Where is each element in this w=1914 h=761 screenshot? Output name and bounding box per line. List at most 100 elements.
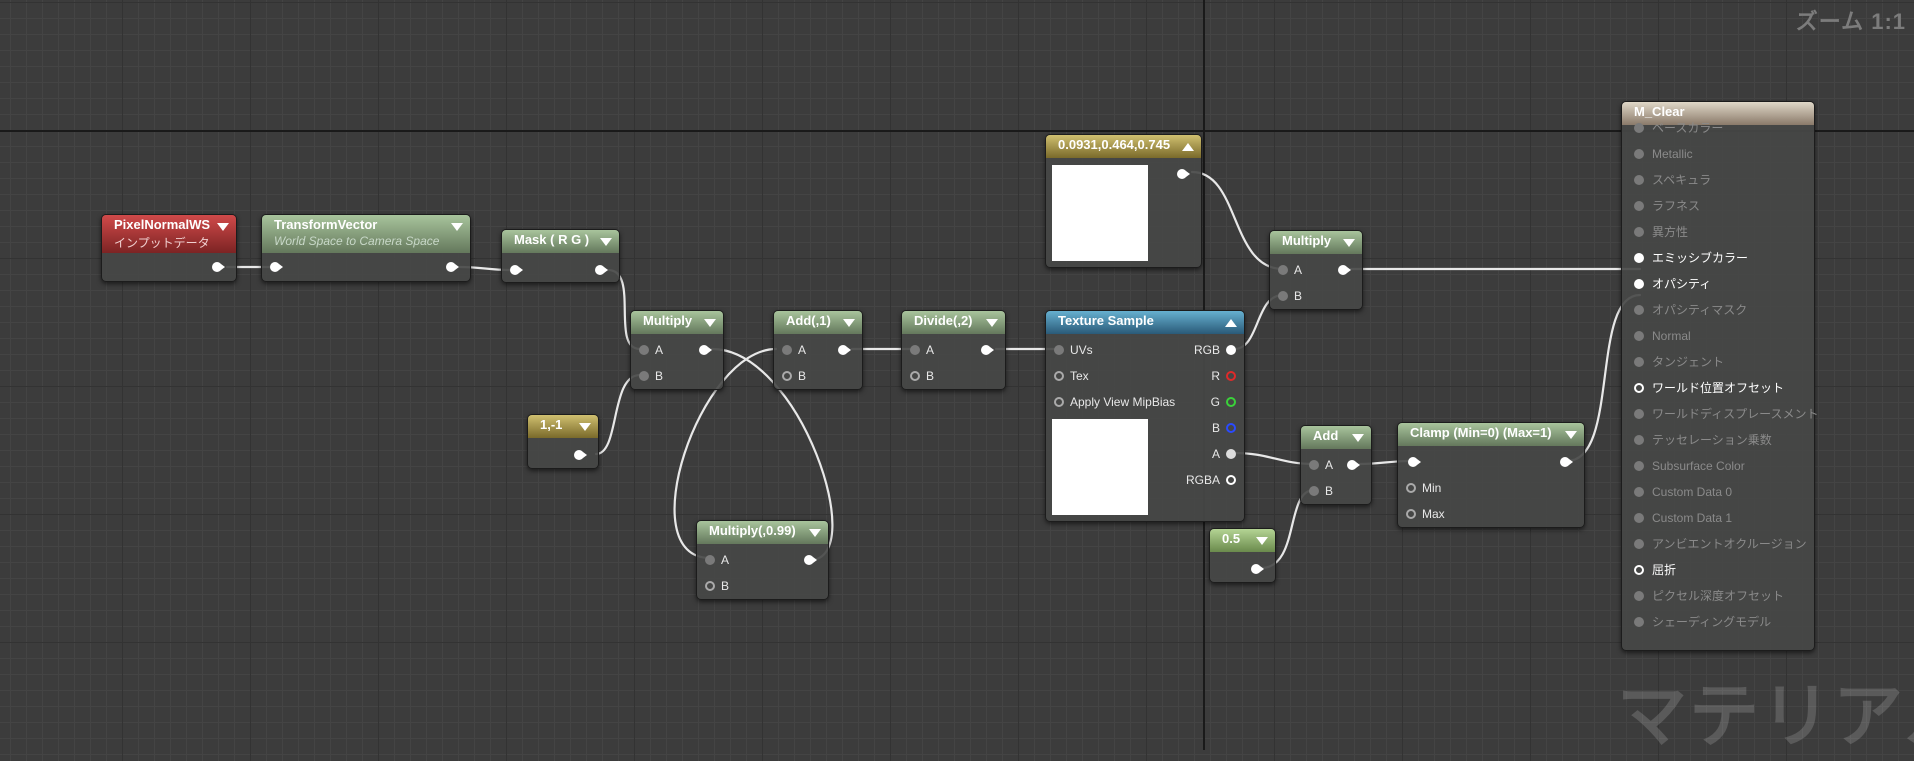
node-multiply-099[interactable]: Multiply(,0.99) A B — [696, 520, 829, 600]
output-pin[interactable] — [212, 262, 226, 272]
input-pin[interactable] — [1634, 201, 1644, 211]
output-pin[interactable] — [1226, 475, 1236, 485]
material-input-row[interactable]: シェーディングモデル — [1622, 609, 1771, 635]
collapse-arrow-icon[interactable] — [1565, 431, 1577, 439]
collapse-arrow-icon[interactable] — [451, 223, 463, 231]
material-input-row[interactable]: エミッシブカラー — [1622, 245, 1748, 271]
input-pin[interactable] — [1634, 149, 1644, 159]
input-pin[interactable] — [1278, 265, 1288, 275]
input-pin[interactable] — [910, 371, 920, 381]
material-input-row[interactable]: Custom Data 1 — [1622, 505, 1732, 531]
collapse-arrow-icon[interactable] — [217, 223, 229, 231]
input-pin[interactable] — [910, 345, 920, 355]
input-pin[interactable] — [1408, 457, 1422, 467]
material-input-row[interactable]: Subsurface Color — [1622, 453, 1745, 479]
input-row-a[interactable]: A — [1305, 456, 1333, 474]
input-row-b[interactable]: B — [635, 367, 663, 385]
node-constant-0-5[interactable]: 0.5 — [1209, 528, 1276, 583]
input-pin[interactable] — [705, 581, 715, 591]
output-pin[interactable] — [446, 262, 460, 272]
input-row-b[interactable]: B — [906, 367, 934, 385]
node-clamp[interactable]: Clamp (Min=0) (Max=1) Min Max — [1397, 422, 1585, 528]
output-pin[interactable] — [838, 345, 852, 355]
input-pin[interactable] — [1054, 371, 1064, 381]
node-texture-sample[interactable]: Texture Sample UVs Tex Apply View MipBia… — [1045, 310, 1245, 522]
node-pixel-normal-ws[interactable]: PixelNormalWS インプットデータ — [101, 214, 237, 282]
output-pin[interactable] — [1338, 265, 1352, 275]
input-pin[interactable] — [1634, 539, 1644, 549]
material-input-row[interactable]: ベースカラー — [1622, 115, 1723, 141]
input-pin[interactable] — [1634, 331, 1644, 341]
input-row-a[interactable]: A — [635, 341, 663, 359]
input-pin[interactable] — [1634, 123, 1644, 133]
output-row-rgba[interactable]: RGBA — [1186, 471, 1240, 489]
input-row-a[interactable]: A — [1274, 261, 1302, 279]
material-input-row[interactable]: ワールドディスプレースメント — [1622, 401, 1819, 427]
input-pin[interactable] — [1634, 591, 1644, 601]
node-multiply-1[interactable]: Multiply A B — [630, 310, 724, 390]
output-pin[interactable] — [1226, 345, 1236, 355]
collapse-arrow-icon[interactable] — [1352, 434, 1364, 442]
output-pin[interactable] — [1226, 397, 1236, 407]
input-pin[interactable] — [1634, 513, 1644, 523]
output-row-r[interactable]: R — [1211, 367, 1240, 385]
collapse-arrow-icon[interactable] — [579, 423, 591, 431]
input-pin[interactable] — [1634, 357, 1644, 367]
input-pin[interactable] — [1634, 487, 1644, 497]
material-input-row[interactable]: テッセレーション乗数 — [1622, 427, 1772, 453]
input-row-b[interactable]: B — [1274, 287, 1302, 305]
input-pin[interactable] — [1406, 509, 1416, 519]
input-pin[interactable] — [1278, 291, 1288, 301]
input-row-max[interactable]: Max — [1402, 505, 1445, 523]
input-pin[interactable] — [1634, 253, 1644, 263]
input-pin[interactable] — [705, 555, 715, 565]
input-row-b[interactable]: B — [778, 367, 806, 385]
collapse-arrow-icon[interactable] — [843, 319, 855, 327]
material-input-row[interactable]: ピクセル深度オフセット — [1622, 583, 1784, 609]
node-add-2[interactable]: Add A B — [1300, 425, 1372, 505]
node-add-1[interactable]: Add(,1) A B — [773, 310, 863, 390]
collapse-arrow-icon[interactable] — [704, 319, 716, 327]
input-pin[interactable] — [1634, 175, 1644, 185]
input-pin[interactable] — [1634, 305, 1644, 315]
output-pin[interactable] — [574, 450, 588, 460]
output-pin[interactable] — [804, 555, 818, 565]
input-row-uvs[interactable]: UVs — [1050, 341, 1093, 359]
input-pin[interactable] — [639, 345, 649, 355]
output-row-g[interactable]: G — [1211, 393, 1240, 411]
material-input-row[interactable]: Metallic — [1622, 141, 1693, 167]
input-row-mipbias[interactable]: Apply View MipBias — [1050, 393, 1175, 411]
material-input-row[interactable]: Custom Data 0 — [1622, 479, 1732, 505]
input-pin[interactable] — [1634, 461, 1644, 471]
output-pin[interactable] — [1347, 460, 1361, 470]
node-transform-vector[interactable]: TransformVector World Space to Camera Sp… — [261, 214, 471, 282]
input-pin[interactable] — [1054, 397, 1064, 407]
material-input-row[interactable]: ワールド位置オフセット — [1622, 375, 1784, 401]
output-pin[interactable] — [595, 265, 609, 275]
input-pin[interactable] — [1634, 617, 1644, 627]
input-pin[interactable] — [1054, 345, 1064, 355]
output-row-b[interactable]: B — [1212, 419, 1240, 437]
output-pin[interactable] — [1226, 423, 1236, 433]
collapse-arrow-icon[interactable] — [1225, 319, 1237, 327]
input-pin[interactable] — [1406, 483, 1416, 493]
input-pin[interactable] — [1634, 409, 1644, 419]
input-pin[interactable] — [1634, 565, 1644, 575]
output-pin[interactable] — [1251, 564, 1265, 574]
input-pin[interactable] — [1634, 279, 1644, 289]
material-input-row[interactable]: タンジェント — [1622, 349, 1724, 375]
input-pin[interactable] — [639, 371, 649, 381]
collapse-arrow-icon[interactable] — [1182, 143, 1194, 151]
output-row-a[interactable]: A — [1212, 445, 1240, 463]
input-pin[interactable] — [782, 371, 792, 381]
input-row-b[interactable]: B — [1305, 482, 1333, 500]
input-row-a[interactable]: A — [906, 341, 934, 359]
input-row-b[interactable]: B — [701, 577, 729, 595]
material-input-row[interactable]: オパシティ — [1622, 271, 1711, 297]
input-pin[interactable] — [270, 262, 284, 272]
output-row-rgb[interactable]: RGB — [1194, 341, 1240, 359]
input-pin[interactable] — [1309, 486, 1319, 496]
node-mask-rg[interactable]: Mask ( R G ) — [501, 229, 620, 283]
output-pin[interactable] — [1560, 457, 1574, 467]
input-row-tex[interactable]: Tex — [1050, 367, 1089, 385]
